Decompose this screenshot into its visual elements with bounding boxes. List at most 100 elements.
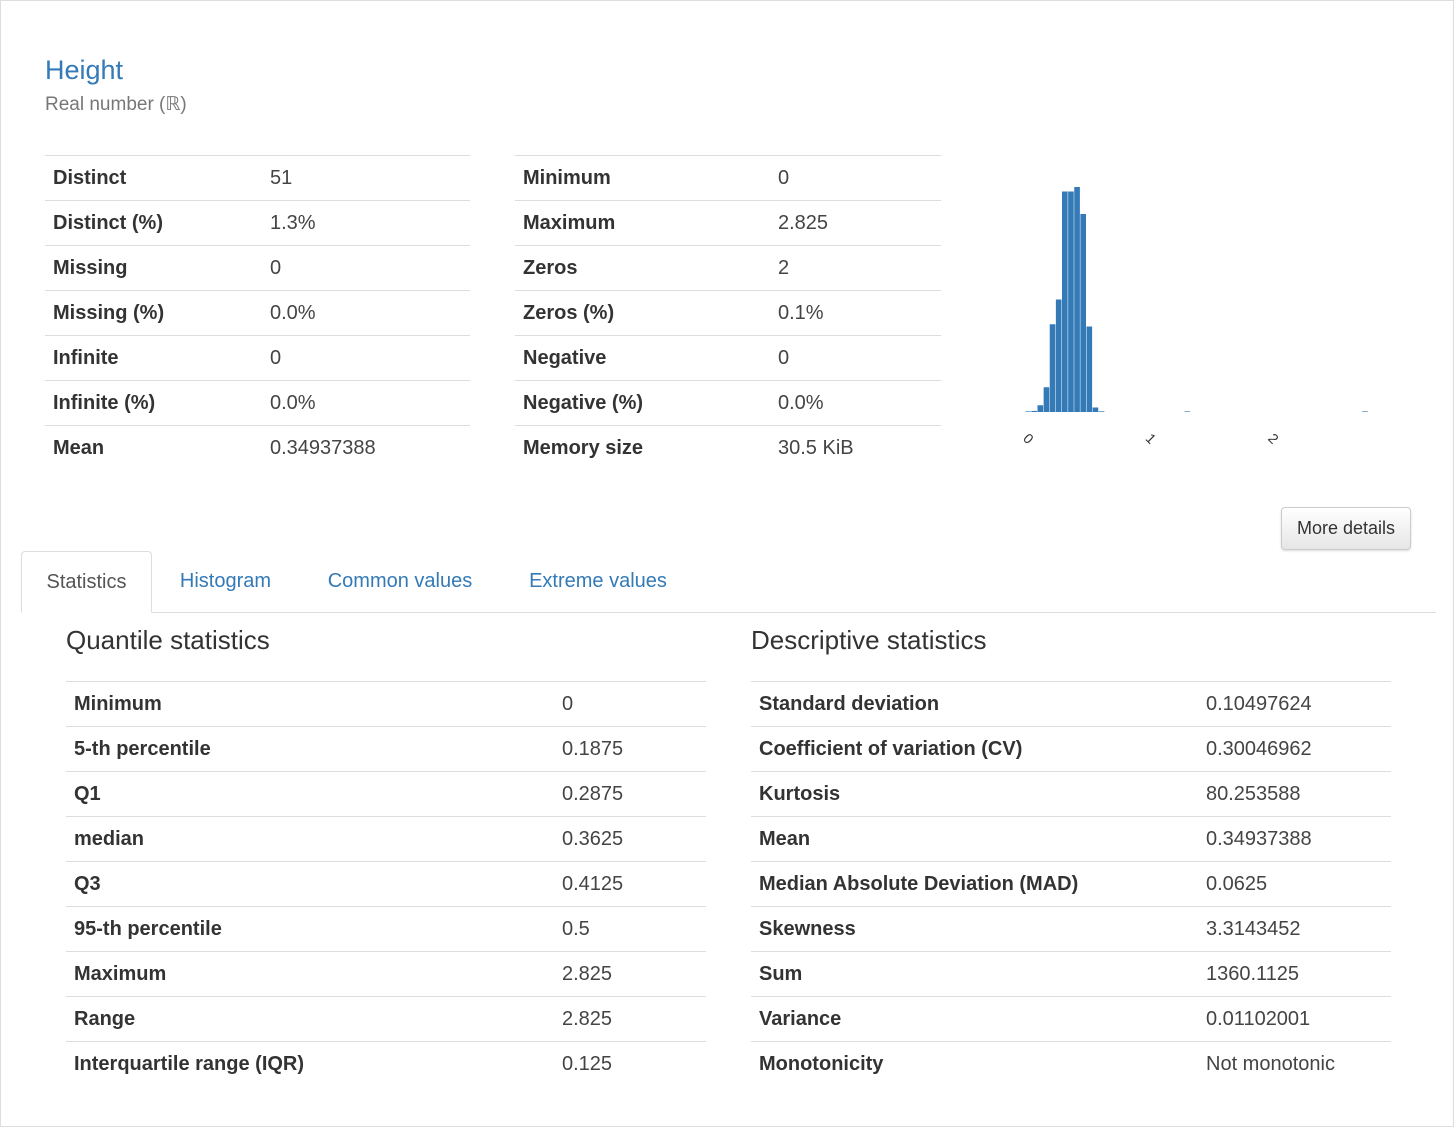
descriptive-statistics-title: Descriptive statistics bbox=[751, 625, 987, 655]
tab-extreme-values[interactable]: Extreme values bbox=[513, 551, 683, 613]
histogram-bar bbox=[1068, 191, 1074, 412]
stat-row: Distinct (%) 1.3% bbox=[45, 200, 470, 246]
stat-value: 0 bbox=[262, 335, 470, 381]
stat-value: 0.4125 bbox=[554, 861, 706, 907]
stat-value: 0.3625 bbox=[554, 816, 706, 862]
stat-row: Minimum 0 bbox=[66, 681, 706, 727]
stat-row: 5-th percentile 0.1875 bbox=[66, 726, 706, 772]
stat-row: 95-th percentile 0.5 bbox=[66, 906, 706, 952]
stat-row: Missing (%) 0.0% bbox=[45, 290, 470, 336]
histogram-bar bbox=[1362, 411, 1368, 412]
tab-statistics[interactable]: Statistics bbox=[21, 551, 152, 613]
quantile-statistics-table: Minimum 0 5-th percentile 0.1875 Q1 0.2875 med… bbox=[66, 681, 706, 1087]
stat-value: 0 bbox=[554, 681, 706, 727]
stat-row: Monotonicity Not monotonic bbox=[751, 1041, 1391, 1087]
stat-label: Maximum bbox=[515, 200, 770, 246]
stat-label: Infinite bbox=[45, 335, 262, 381]
descriptive-statistics-table: Standard deviation 0.10497624 Coefficient … bbox=[751, 681, 1391, 1087]
quantile-statistics-title: Quantile statistics bbox=[66, 625, 270, 655]
stat-row: Infinite 0 bbox=[45, 335, 470, 381]
stat-value: 2.825 bbox=[554, 996, 706, 1042]
stat-value: 0 bbox=[770, 155, 941, 201]
overview-table-left: Distinct 51 Distinct (%) 1.3% Missing 0 Missin… bbox=[45, 155, 470, 471]
stat-row: Missing 0 bbox=[45, 245, 470, 291]
histogram-bar bbox=[1043, 387, 1050, 412]
stat-value: 0.34937388 bbox=[262, 425, 470, 471]
stat-value: 0.0% bbox=[262, 380, 470, 426]
stat-label: Kurtosis bbox=[751, 771, 1198, 817]
tab-common-values[interactable]: Common values bbox=[311, 551, 489, 613]
stat-value: 0.0% bbox=[262, 290, 470, 336]
stat-row: Maximum 2.825 bbox=[66, 951, 706, 997]
stat-label: 95-th percentile bbox=[66, 906, 554, 952]
stat-value: 0.125 bbox=[554, 1041, 706, 1087]
stat-row: Q1 0.2875 bbox=[66, 771, 706, 817]
stat-value: 0.30046962 bbox=[1198, 726, 1391, 772]
stat-label: Variance bbox=[751, 996, 1198, 1042]
stat-label: Negative bbox=[515, 335, 770, 381]
histogram-bar bbox=[1055, 299, 1062, 412]
histogram-tick-label: 0 bbox=[1020, 430, 1037, 447]
stat-row: Sum 1360.1125 bbox=[751, 951, 1391, 997]
stat-label: Median Absolute Deviation (MAD) bbox=[751, 861, 1198, 907]
stat-value: 80.253588 bbox=[1198, 771, 1391, 817]
overview-table-right: Minimum 0 Maximum 2.825 Zeros 2 Zeros (%) 0.1% N… bbox=[515, 155, 941, 471]
stat-label: Minimum bbox=[515, 155, 770, 201]
stat-value: Not monotonic bbox=[1198, 1041, 1391, 1087]
detail-tabs: Statistics Histogram Common values Extre… bbox=[21, 551, 1436, 613]
stat-label: Sum bbox=[751, 951, 1198, 997]
histogram-bar bbox=[1074, 187, 1080, 412]
stat-row: Minimum 0 bbox=[515, 155, 941, 201]
stat-value: 0 bbox=[262, 245, 470, 291]
stat-value: 0.34937388 bbox=[1198, 816, 1391, 862]
stat-label: Mean bbox=[751, 816, 1198, 862]
stat-value: 3.3143452 bbox=[1198, 906, 1391, 952]
stat-value: 1.3% bbox=[262, 200, 470, 246]
stat-row: Interquartile range (IQR) 0.125 bbox=[66, 1041, 706, 1087]
stat-row: Maximum 2.825 bbox=[515, 200, 941, 246]
stat-value: 2 bbox=[770, 245, 941, 291]
stat-label: Distinct (%) bbox=[45, 200, 262, 246]
stat-label: Distinct bbox=[45, 155, 262, 201]
stat-label: Memory size bbox=[515, 425, 770, 471]
stat-label: Missing bbox=[45, 245, 262, 291]
stat-label: Interquartile range (IQR) bbox=[66, 1041, 554, 1087]
stat-label: Range bbox=[66, 996, 554, 1042]
stat-label: Minimum bbox=[66, 681, 554, 727]
stat-value: 0.01102001 bbox=[1198, 996, 1391, 1042]
stat-label: Negative (%) bbox=[515, 380, 770, 426]
histogram-bar bbox=[1086, 326, 1093, 412]
stat-label: Infinite (%) bbox=[45, 380, 262, 426]
stat-row: Infinite (%) 0.0% bbox=[45, 380, 470, 426]
stat-row: Distinct 51 bbox=[45, 155, 470, 201]
histogram-bar bbox=[1098, 411, 1105, 412]
stat-value: 30.5 KiB bbox=[770, 425, 941, 471]
stat-label: Coefficient of variation (CV) bbox=[751, 726, 1198, 772]
stat-label: Zeros (%) bbox=[515, 290, 770, 336]
histogram-bar bbox=[1080, 214, 1087, 412]
stat-value: 0 bbox=[770, 335, 941, 381]
stat-row: Median Absolute Deviation (MAD) 0.0625 bbox=[751, 861, 1391, 907]
stat-label: Monotonicity bbox=[751, 1041, 1198, 1087]
stat-label: Q3 bbox=[66, 861, 554, 907]
stat-row: Negative 0 bbox=[515, 335, 941, 381]
stat-value: 2.825 bbox=[770, 200, 941, 246]
stat-label: Q1 bbox=[66, 771, 554, 817]
stat-label: Maximum bbox=[66, 951, 554, 997]
stat-row: Skewness 3.3143452 bbox=[751, 906, 1391, 952]
variable-name-link[interactable]: Height bbox=[45, 55, 123, 86]
stat-row: Variance 0.01102001 bbox=[751, 996, 1391, 1042]
stat-row: Zeros (%) 0.1% bbox=[515, 290, 941, 336]
stat-row: Kurtosis 80.253588 bbox=[751, 771, 1391, 817]
stat-value: 0.1875 bbox=[554, 726, 706, 772]
stat-value: 2.825 bbox=[554, 951, 706, 997]
tab-histogram[interactable]: Histogram bbox=[162, 551, 289, 613]
stat-value: 0.10497624 bbox=[1198, 681, 1391, 727]
stat-label: median bbox=[66, 816, 554, 862]
stat-row: Memory size 30.5 KiB bbox=[515, 425, 941, 471]
stat-value: 1360.1125 bbox=[1198, 951, 1391, 997]
stat-row: Standard deviation 0.10497624 bbox=[751, 681, 1391, 727]
stat-value: 0.0625 bbox=[1198, 861, 1391, 907]
histogram-bar bbox=[1031, 410, 1038, 413]
more-details-button[interactable]: More details bbox=[1281, 507, 1411, 550]
